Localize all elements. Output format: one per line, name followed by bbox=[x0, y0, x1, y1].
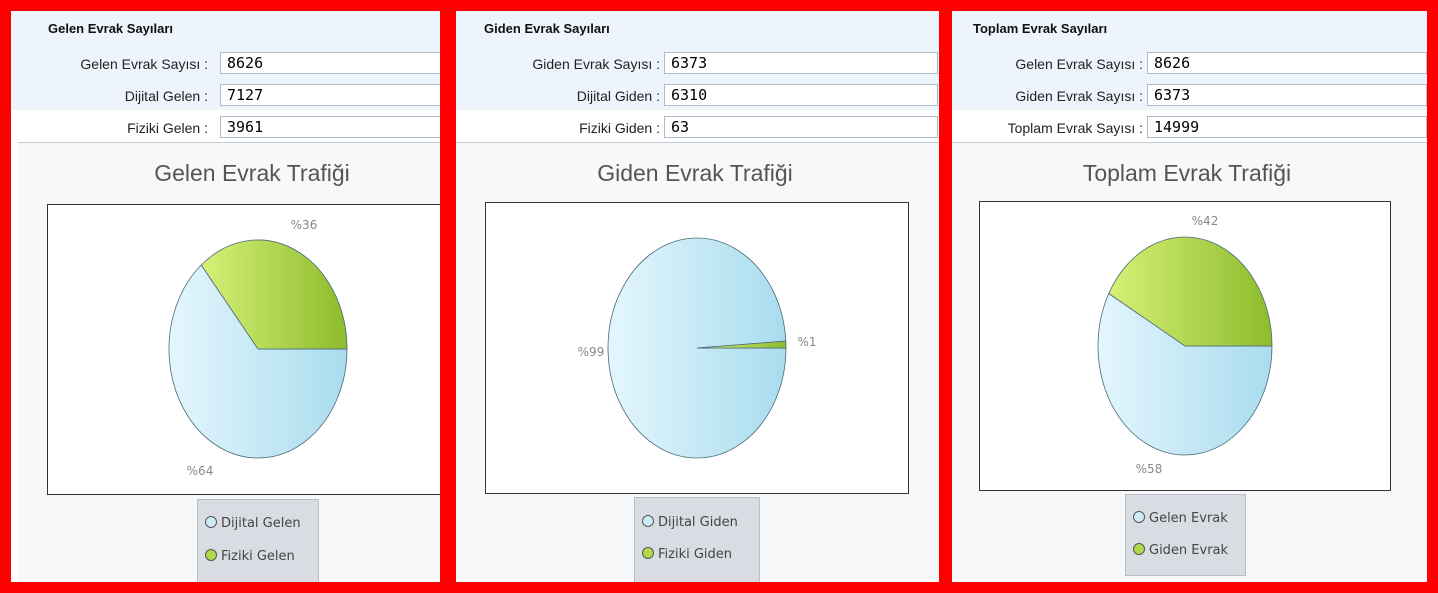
panel-gelen: Gelen Evrak Sayıları Gelen Evrak Sayısı … bbox=[10, 0, 446, 593]
legend-marker-icon bbox=[205, 549, 217, 561]
legend-marker-icon bbox=[642, 515, 654, 527]
legend-marker-icon bbox=[205, 516, 217, 528]
legend-marker-icon bbox=[642, 547, 654, 559]
legend-item[interactable]: Gelen Evrak bbox=[1133, 511, 1228, 529]
legend-label: Fiziki Gelen bbox=[221, 549, 295, 564]
chart-legend: Dijital Giden Fiziki Giden bbox=[634, 497, 760, 593]
legend-item[interactable]: Fiziki Giden bbox=[642, 547, 732, 565]
chart-legend: Gelen Evrak Giden Evrak bbox=[1125, 494, 1246, 576]
legend-item[interactable]: Dijital Gelen bbox=[205, 516, 301, 534]
legend-label: Gelen Evrak bbox=[1149, 511, 1228, 526]
legend-label: Giden Evrak bbox=[1149, 543, 1229, 558]
slice-label: %1 bbox=[797, 335, 816, 349]
legend-item[interactable]: Giden Evrak bbox=[1133, 543, 1228, 561]
slice-label: %36 bbox=[291, 218, 318, 232]
slice-label: %42 bbox=[1192, 214, 1219, 228]
panel-toplam: Toplam Evrak Sayıları Gelen Evrak Sayısı… bbox=[945, 0, 1429, 593]
panel-giden: Giden Evrak Sayıları Giden Evrak Sayısı … bbox=[448, 0, 942, 593]
slice-label: %64 bbox=[187, 464, 214, 478]
chart-legend: Dijital Gelen Fiziki Gelen bbox=[197, 499, 319, 593]
legend-marker-icon bbox=[1133, 511, 1145, 523]
legend-marker-icon bbox=[1133, 543, 1145, 555]
slice-label: %58 bbox=[1136, 462, 1163, 476]
legend-label: Fiziki Giden bbox=[658, 547, 733, 562]
slice-label: %99 bbox=[578, 345, 605, 359]
legend-item[interactable]: Dijital Giden bbox=[642, 515, 738, 533]
legend-item[interactable]: Fiziki Gelen bbox=[205, 549, 295, 567]
legend-label: Dijital Gelen bbox=[221, 516, 301, 531]
legend-label: Dijital Giden bbox=[658, 515, 738, 530]
